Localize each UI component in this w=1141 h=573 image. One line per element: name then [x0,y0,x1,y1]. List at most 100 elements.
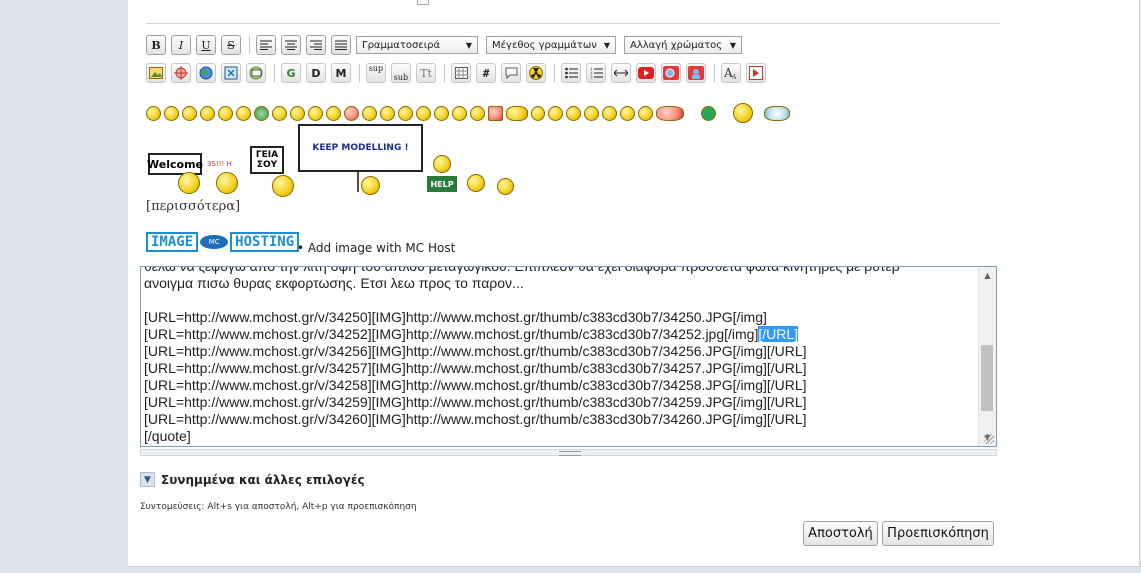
strikethrough-button[interactable]: S [221,35,241,55]
bold-button[interactable]: B [146,35,166,55]
teletype-button[interactable]: Tt [416,63,436,83]
thumbs-smiley-icon[interactable] [497,178,514,195]
exclamation-icon[interactable] [416,105,431,121]
happy-icon[interactable] [164,105,179,121]
align-right-icon[interactable] [306,35,326,55]
align-left-icon[interactable] [256,35,276,55]
welcome-sign[interactable]: Welcome [147,153,203,175]
bold-label: B [151,38,161,52]
editor-resize-handle[interactable] [140,449,997,456]
toolbar-separator [714,64,715,82]
cool-icon[interactable] [200,105,215,121]
quote-icon[interactable] [501,63,521,83]
welcome-sign-text: Welcome [147,157,203,171]
red-arrow-icon[interactable] [488,105,503,121]
size-select[interactable]: Μέγεθος γραμμάτων ▼ [486,36,616,54]
align-justify-icon[interactable] [331,35,351,55]
sick-icon[interactable] [254,105,269,121]
remove-format-icon[interactable] [746,63,766,83]
numbered-list-icon[interactable]: 123 [586,63,606,83]
table-icon[interactable] [451,63,471,83]
graduate-icon[interactable] [531,105,545,121]
angel-icon[interactable] [764,105,790,121]
pacman-icon[interactable] [506,105,528,121]
shooter-icon[interactable] [656,105,684,121]
chevron-down-icon[interactable]: ▼ [140,472,155,487]
wink-icon[interactable] [272,105,287,121]
whistle-icon[interactable] [566,105,581,121]
unlink-icon[interactable] [221,63,241,83]
youtube-icon[interactable] [636,63,656,83]
shortcuts-hint: Συντομεύσεις: Alt+s για αποστολή, Alt+p … [140,502,417,512]
question-icon[interactable] [434,105,449,121]
evil-icon[interactable] [362,105,377,121]
preview-button[interactable]: Προεπισκόπηση [882,521,994,546]
image-icon[interactable] [146,63,166,83]
align-center-icon[interactable] [281,35,301,55]
laugh-icon[interactable] [602,105,617,121]
scroll-thumb[interactable] [981,345,993,411]
keep-modelling-sign[interactable]: KEEP MODELLING ! [298,124,423,172]
superscript-button[interactable]: sup [366,63,386,83]
attachments-toggle[interactable]: ▼ Συνημμένα και άλλες επιλογές [140,472,365,487]
editor-scrollbar[interactable]: ▲ ▼ [978,267,996,446]
editor-line: ανοιγμα πισω θυρας εκφορτωσης. Ετσι λεω … [144,275,524,291]
italic-button[interactable]: I [171,35,191,55]
m-button[interactable]: M [331,63,351,83]
geia-sign[interactable]: ΓΕΙΑ ΣΟΥ [250,146,284,174]
devil-icon[interactable] [236,105,251,121]
horizontal-rule-icon[interactable] [611,63,631,83]
resize-grip-icon[interactable] [984,434,994,444]
globe-link-icon[interactable] [196,63,216,83]
dizzy-icon[interactable] [380,105,395,121]
pac-green-icon[interactable] [701,105,716,121]
google-button[interactable]: G [281,63,301,83]
code-hash-button[interactable]: # [476,63,496,83]
font-select[interactable]: Γραμματοσειρά ▼ [356,36,478,54]
editor-line: [URL=http://www.mchost.gr/v/34256][IMG]h… [144,343,807,359]
scroll-up-icon[interactable]: ▲ [979,267,996,284]
checkbox-partial[interactable] [417,0,429,5]
sad-icon[interactable] [326,105,341,121]
laugh2-icon[interactable] [620,105,635,121]
welcome-smiley-icon [178,172,200,194]
embarrassed-icon[interactable] [344,105,359,121]
nerd-icon[interactable] [548,105,563,121]
surprised-icon[interactable] [308,105,323,121]
email-icon[interactable] [246,63,266,83]
tongue-out-icon[interactable] [290,105,305,121]
smile-icon[interactable] [146,105,161,121]
shy-smiley-icon[interactable] [216,172,238,194]
more-smilies-link[interactable]: [περισσότερα] [146,199,240,214]
italic-label: I [178,38,184,52]
grin-icon[interactable] [182,105,197,121]
toolbar-separator [359,64,360,82]
video-search-icon[interactable] [661,63,681,83]
font-size-icon[interactable]: AA [721,63,741,83]
color-select[interactable]: Αλλαγή χρώματος ▼ [624,36,742,54]
add-image-link[interactable]: • Add image with MC Host [297,241,455,255]
image-hosting-logo[interactable]: IMAGE MC HOSTING [146,230,300,254]
thinking-icon[interactable] [584,105,599,121]
spoiler-radioactive-icon[interactable] [526,63,546,83]
chevron-down-icon: ▼ [603,40,610,50]
bullet-list-icon[interactable] [561,63,581,83]
laugh3-icon[interactable] [638,105,653,121]
toolbar-separator [249,36,250,54]
neutral-icon[interactable] [398,105,413,121]
idea-icon[interactable] [470,105,485,121]
underline-button[interactable]: U [196,35,216,55]
hash-label: # [482,66,490,80]
subscript-button[interactable]: sub [391,63,411,83]
help-sign[interactable]: HELP [427,176,457,192]
waving-icon[interactable] [733,103,753,123]
tongue-icon[interactable] [218,105,233,121]
d-button[interactable]: D [306,63,326,83]
editor-line: θελω να ξεφυγω από την λιτη οψη του απλο… [144,266,900,274]
resize-image-icon[interactable] [171,63,191,83]
fight-smiley-icon[interactable] [467,174,485,192]
submit-button[interactable]: Αποστολή [803,521,878,546]
message-textarea[interactable]: θελω να ξεφυγω από την λιτη οψη του απλο… [140,266,997,447]
arrow-icon[interactable] [452,105,467,121]
video-person-icon[interactable] [686,63,706,83]
